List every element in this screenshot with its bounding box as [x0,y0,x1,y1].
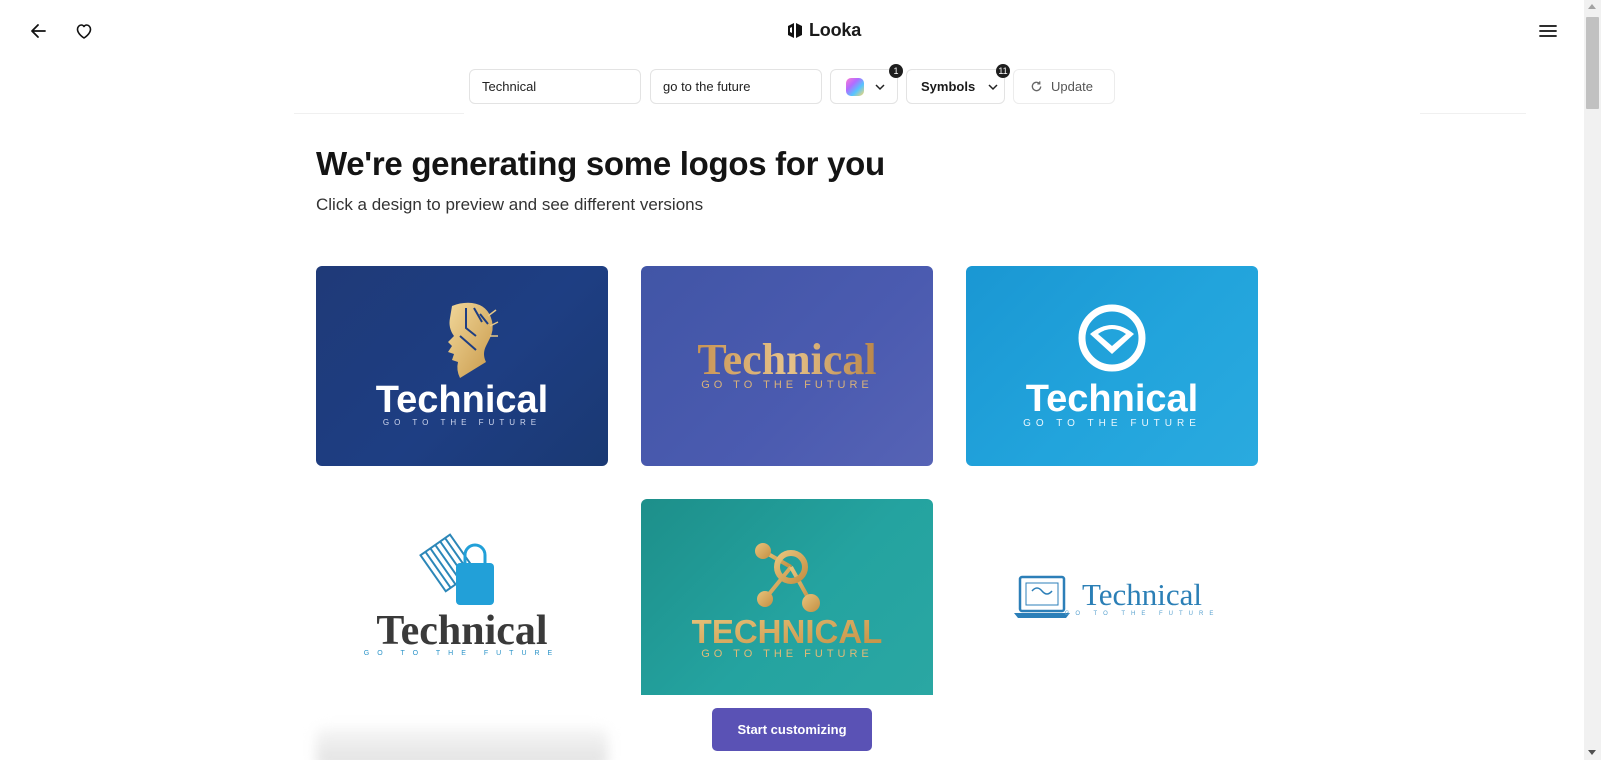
heart-ribbon-icon [1078,304,1146,372]
update-button[interactable]: Update [1013,69,1115,104]
chevron-down-icon [988,83,998,90]
logo-name: Technical [376,379,548,421]
logo-name: Technical [1026,378,1198,420]
color-swatch [846,77,864,96]
shopping-bag-icon [419,533,494,605]
page-title: We're generating some logos for you [316,145,885,182]
slogan-input[interactable] [650,69,822,104]
page-subtitle: Click a design to preview and see differ… [316,195,704,214]
logo-tagline: GO TO THE FUTURE [701,648,873,660]
logo-tagline: GO TO THE FUTURE [364,650,560,657]
logo-card[interactable]: TECHNICAL GO TO THE FUTURE [641,499,933,695]
divider [294,113,464,114]
hamburger-menu-icon[interactable] [1534,17,1562,45]
scroll-up-arrow-icon[interactable] [1588,4,1596,9]
circuit-head-icon [448,302,499,378]
start-customizing-button[interactable]: Start customizing [712,708,872,751]
symbols-label: Symbols [921,79,976,94]
heart-icon[interactable] [70,17,98,45]
logo-card[interactable]: Technical GO TO THE FUTURE [966,499,1258,699]
symbols-count-badge: 11 [996,64,1010,78]
brand-logo[interactable]: Looka [786,20,861,41]
logo-name: Technical [376,608,547,654]
top-bar: Looka [0,0,1584,62]
scroll-down-arrow-icon[interactable] [1588,750,1596,755]
logo-tagline: GO TO THE FUTURE [1065,611,1220,617]
looka-logo-icon [788,22,802,38]
laptop-icon [1014,575,1070,618]
color-dropdown[interactable] [830,69,898,104]
logo-name: Technical [1082,577,1202,612]
divider [1420,113,1526,114]
logo-card[interactable]: Technical GO TO THE FUTURE [641,266,933,466]
symbols-dropdown[interactable]: Symbols [906,69,1005,104]
logo-card[interactable]: Technical GO TO THE FUTURE [316,266,608,466]
filter-bar: Symbols Update [0,68,1584,106]
brand-name: Looka [809,20,862,40]
loading-card-placeholder [316,728,608,760]
logo-tagline: GO TO THE FUTURE [701,379,873,391]
logo-card[interactable]: Technical GO TO THE FUTURE [316,499,608,699]
logo-name: Technical [697,335,876,384]
logo-name: TECHNICAL [692,613,883,650]
logo-tagline: GO TO THE FUTURE [383,418,541,427]
scrollbar-thumb[interactable] [1586,17,1599,109]
back-arrow-icon[interactable] [25,17,53,45]
molecule-icon [755,543,820,612]
logo-tagline: GO TO THE FUTURE [1023,418,1201,429]
vertical-scrollbar[interactable] [1584,0,1601,760]
refresh-icon [1031,81,1042,92]
chevron-down-icon [875,83,885,90]
color-count-badge: 1 [889,64,903,78]
update-label: Update [1051,79,1093,94]
industry-input[interactable] [469,69,641,104]
logo-card[interactable]: Technical GO TO THE FUTURE [966,266,1258,466]
